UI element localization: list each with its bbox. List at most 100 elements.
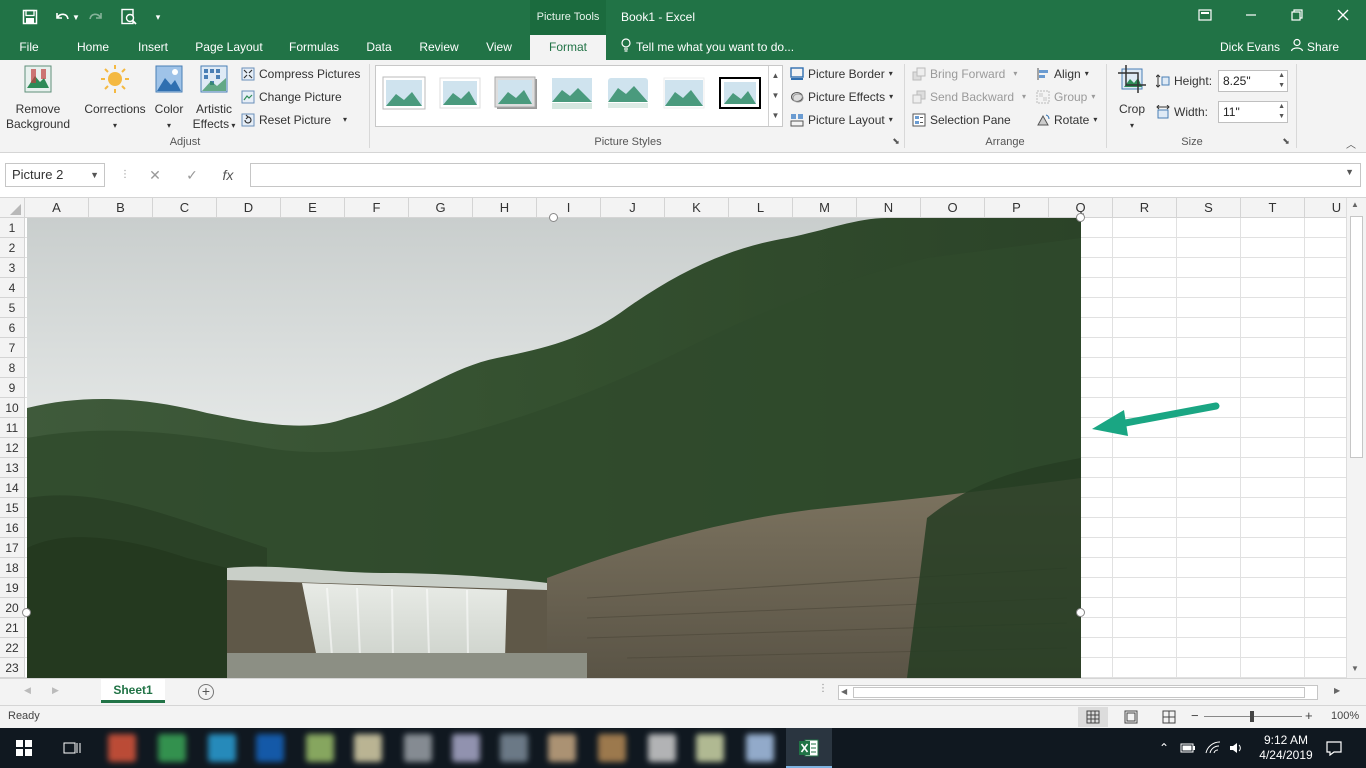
row-header-3[interactable]: 3	[0, 258, 25, 278]
send-backward-button[interactable]: Send Backward ▾	[912, 87, 1026, 107]
row-header-8[interactable]: 8	[0, 358, 25, 378]
column-header-o[interactable]: O	[921, 198, 985, 218]
group-button[interactable]: Group ▾	[1036, 87, 1095, 107]
next-sheet-icon[interactable]: ▶	[52, 685, 59, 696]
zoom-out-icon[interactable]: −	[1191, 708, 1199, 723]
align-button[interactable]: Align ▾	[1036, 64, 1089, 84]
column-header-m[interactable]: M	[793, 198, 857, 218]
picture-style-thick-black-frame-icon[interactable]	[718, 76, 762, 110]
tab-data[interactable]: Data	[358, 35, 400, 60]
resize-handle-top-right[interactable]	[1076, 213, 1085, 222]
tab-insert[interactable]: Insert	[130, 35, 176, 60]
crop-button[interactable]: Crop ▾	[1112, 64, 1152, 133]
row-header-6[interactable]: 6	[0, 318, 25, 338]
prev-sheet-icon[interactable]: ◀	[24, 685, 31, 696]
vertical-scrollbar[interactable]: ▲ ▼	[1346, 198, 1366, 678]
name-box[interactable]: Picture 2 ▼	[5, 163, 105, 187]
bring-forward-button[interactable]: Bring Forward ▾	[912, 64, 1017, 84]
taskbar-excel-icon[interactable]	[786, 728, 832, 768]
width-input[interactable]: 11" ▲ ▼	[1218, 101, 1288, 123]
taskbar-app-icon[interactable]	[500, 734, 528, 762]
sheet-tab-sheet1[interactable]: Sheet1	[101, 679, 165, 703]
user-name[interactable]: Dick Evans	[1220, 35, 1280, 60]
zoom-slider-thumb[interactable]	[1250, 711, 1254, 722]
taskbar-app-icon[interactable]	[256, 734, 284, 762]
row-header-17[interactable]: 17	[0, 538, 25, 558]
column-header-s[interactable]: S	[1177, 198, 1241, 218]
action-center-icon[interactable]	[1322, 728, 1346, 768]
taskbar-app-icon[interactable]	[354, 734, 382, 762]
column-header-u[interactable]: U	[1305, 198, 1346, 218]
column-header-b[interactable]: B	[89, 198, 153, 218]
remove-background-button[interactable]: Remove Background	[4, 64, 72, 132]
selection-pane-button[interactable]: Selection Pane	[912, 110, 1011, 130]
share-button[interactable]: Share	[1290, 35, 1339, 60]
picture-style-reflected-icon[interactable]	[550, 76, 594, 110]
row-header-15[interactable]: 15	[0, 498, 25, 518]
change-picture-button[interactable]: Change Picture	[241, 87, 342, 107]
size-launcher-icon[interactable]: ⬊	[1280, 136, 1292, 147]
height-input[interactable]: 8.25" ▲ ▼	[1218, 70, 1288, 92]
gallery-down-icon[interactable]: ▼	[769, 86, 782, 106]
column-header-g[interactable]: G	[409, 198, 473, 218]
clock[interactable]: 9:12 AM 4/24/2019	[1250, 728, 1322, 768]
ribbon-display-options-icon[interactable]	[1182, 0, 1228, 30]
taskbar-app-icon[interactable]	[648, 734, 676, 762]
column-header-j[interactable]: J	[601, 198, 665, 218]
windows-start-icon[interactable]	[8, 728, 40, 768]
tab-home[interactable]: Home	[68, 35, 118, 60]
row-header-5[interactable]: 5	[0, 298, 25, 318]
selected-picture[interactable]	[27, 218, 1081, 678]
minimize-icon[interactable]	[1228, 0, 1274, 30]
taskbar-app-icon[interactable]	[108, 734, 136, 762]
tell-me-box[interactable]: Tell me what you want to do...	[620, 35, 794, 60]
redo-icon[interactable]	[84, 6, 108, 28]
page-break-view-icon[interactable]	[1156, 707, 1182, 727]
restore-icon[interactable]	[1274, 0, 1320, 30]
scroll-right-icon[interactable]: ▶	[1334, 686, 1340, 695]
column-header-f[interactable]: F	[345, 198, 409, 218]
taskbar-app-icon[interactable]	[696, 734, 724, 762]
column-header-a[interactable]: A	[25, 198, 89, 218]
resize-handle-top[interactable]	[549, 213, 558, 222]
tab-file[interactable]: File	[10, 35, 48, 60]
column-header-e[interactable]: E	[281, 198, 345, 218]
width-spinner-icon[interactable]: ▲ ▼	[1278, 102, 1285, 122]
color-button[interactable]: Color ▾	[150, 64, 188, 133]
column-header-r[interactable]: R	[1113, 198, 1177, 218]
save-icon[interactable]	[18, 6, 42, 28]
gallery-more-icon[interactable]: ▼	[769, 106, 782, 126]
artistic-effects-button[interactable]: Artistic Effects ▾	[190, 64, 238, 133]
scroll-up-icon[interactable]: ▲	[1351, 200, 1359, 209]
compress-pictures-button[interactable]: Compress Pictures	[241, 64, 360, 84]
row-header-2[interactable]: 2	[0, 238, 25, 258]
row-header-14[interactable]: 14	[0, 478, 25, 498]
tab-split-handle-icon[interactable]: ⋮	[818, 683, 828, 694]
add-sheet-icon[interactable]: +	[198, 684, 214, 700]
row-header-4[interactable]: 4	[0, 278, 25, 298]
task-view-icon[interactable]	[56, 728, 88, 768]
name-box-dropdown-icon[interactable]: ▼	[90, 164, 99, 186]
taskbar-app-icon[interactable]	[306, 734, 334, 762]
picture-border-button[interactable]: Picture Border ▾	[790, 64, 893, 84]
tab-format[interactable]: Format	[530, 35, 606, 60]
row-header-11[interactable]: 11	[0, 418, 25, 438]
row-header-16[interactable]: 16	[0, 518, 25, 538]
print-preview-icon[interactable]	[117, 6, 141, 28]
gallery-scroll[interactable]: ▲ ▼ ▼	[768, 66, 782, 126]
row-header-23[interactable]: 23	[0, 658, 25, 678]
vertical-scroll-thumb[interactable]	[1350, 216, 1363, 458]
column-header-p[interactable]: P	[985, 198, 1049, 218]
collapse-ribbon-icon[interactable]: ︿	[1344, 136, 1358, 151]
row-header-13[interactable]: 13	[0, 458, 25, 478]
picture-style-shadow-icon[interactable]	[494, 76, 538, 110]
row-header-22[interactable]: 22	[0, 638, 25, 658]
select-all-corner[interactable]	[0, 198, 25, 218]
wifi-icon[interactable]	[1202, 728, 1224, 768]
customize-qat-icon[interactable]: ▾	[146, 6, 170, 28]
resize-handle-right[interactable]	[1076, 608, 1085, 617]
column-header-i[interactable]: I	[537, 198, 601, 218]
row-header-12[interactable]: 12	[0, 438, 25, 458]
column-header-t[interactable]: T	[1241, 198, 1305, 218]
horizontal-scroll-thumb[interactable]	[853, 687, 1305, 698]
